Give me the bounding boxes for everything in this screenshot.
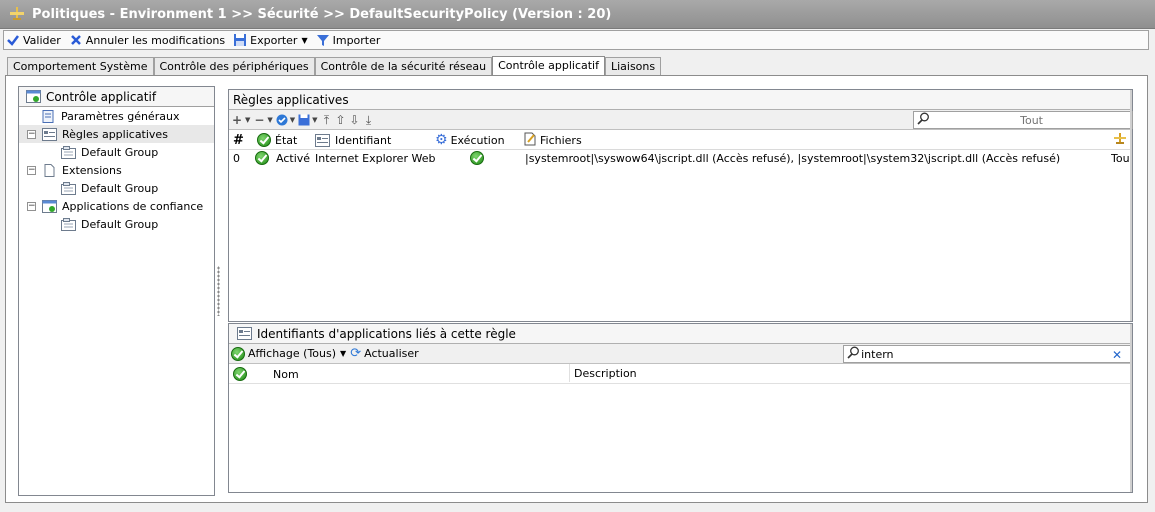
clear-search-icon[interactable]: ✕ xyxy=(1112,348,1122,362)
ids-grid-header: Nom Description xyxy=(229,364,1132,384)
rules-search-input[interactable] xyxy=(930,113,1132,127)
group-icon xyxy=(61,181,76,195)
validate-button[interactable]: Valider xyxy=(6,33,61,47)
move-up-icon[interactable]: ⇧ xyxy=(335,114,347,126)
tree-item-extensions[interactable]: − Extensions xyxy=(19,161,214,179)
search-icon xyxy=(914,112,930,128)
settings-page-icon xyxy=(41,109,56,123)
group-icon xyxy=(61,217,76,231)
policy-icon xyxy=(1113,132,1127,148)
window-title: Politiques - Environment 1 >> Sécurité >… xyxy=(32,6,612,22)
tree-item-trusted-default-group[interactable]: Default Group xyxy=(19,215,214,233)
checkmark-icon xyxy=(6,33,20,47)
ids-panel-header: Identifiants d'applications liés à cette… xyxy=(229,324,1132,344)
collapse-icon[interactable]: − xyxy=(27,165,36,175)
row-identifier: Internet Explorer Web... xyxy=(315,152,435,165)
tab-device-control[interactable]: Contrôle des périphériques xyxy=(153,57,315,75)
group-icon xyxy=(61,145,76,159)
active-check-icon xyxy=(233,367,247,381)
tab-system-behavior[interactable]: Comportement Système xyxy=(7,57,154,75)
tree-item-general-settings[interactable]: Paramètres généraux xyxy=(19,107,214,125)
tree-item-trusted-applications[interactable]: − Applications de confiance xyxy=(19,197,214,215)
tree-item-application-rules[interactable]: − Règles applicatives xyxy=(19,125,214,143)
filter-icon xyxy=(316,33,330,47)
rules-list-icon xyxy=(42,127,57,141)
column-name[interactable]: Nom xyxy=(269,364,299,384)
tab-bindings[interactable]: Liaisons xyxy=(604,57,662,75)
active-check-icon xyxy=(231,346,245,361)
cancel-icon xyxy=(69,33,83,47)
column-files[interactable]: Fichiers xyxy=(519,130,582,150)
status-check-icon[interactable] xyxy=(276,114,288,126)
tree-item-extensions-default-group[interactable]: Default Group xyxy=(19,179,214,197)
ids-search-box[interactable]: ✕ xyxy=(843,345,1131,363)
collapse-icon[interactable]: − xyxy=(27,201,36,211)
tree-header: Contrôle applicatif xyxy=(19,87,214,107)
active-check-icon xyxy=(257,133,271,147)
column-identifier[interactable]: Identifiant xyxy=(311,130,391,150)
ids-search-input[interactable] xyxy=(861,347,1130,361)
tab-content: Contrôle applicatif Paramètres généraux … xyxy=(5,75,1148,503)
gear-icon: ⚙ xyxy=(435,132,448,148)
chevron-down-icon[interactable]: ▼ xyxy=(312,116,317,124)
rules-toolbar: + ▼ − ▼ ▼ ▼ ⤒ ⇧ ⇩ ⤓ xyxy=(229,110,1133,130)
splitter-handle[interactable] xyxy=(217,266,220,316)
identifier-icon xyxy=(315,133,330,147)
chevron-down-icon: ▼ xyxy=(301,35,308,45)
linked-identifiers-panel: Identifiants d'applications liés à cette… xyxy=(228,323,1133,493)
chevron-down-icon[interactable]: ▼ xyxy=(245,116,250,124)
app-control-icon xyxy=(26,90,41,103)
refresh-icon: ⟳ xyxy=(350,346,362,361)
active-check-icon xyxy=(255,151,269,168)
column-state[interactable]: État xyxy=(253,130,297,150)
move-down-icon[interactable]: ⇩ xyxy=(349,114,361,126)
column-check[interactable] xyxy=(229,364,247,384)
tab-network-security[interactable]: Contrôle de la sécurité réseau xyxy=(314,57,493,75)
window-title-bar: Politiques - Environment 1 >> Sécurité >… xyxy=(0,0,1155,29)
policy-icon xyxy=(8,6,26,22)
cancel-changes-button[interactable]: Annuler les modifications xyxy=(69,33,225,47)
tab-application-control[interactable]: Contrôle applicatif xyxy=(492,56,605,76)
add-icon[interactable]: + xyxy=(231,114,243,126)
row-files: |systemroot|\syswow64\jscript.dll (Accès… xyxy=(525,152,1061,165)
view-filter-button[interactable]: Affichage (Tous) ▼ xyxy=(231,346,347,361)
chevron-down-icon[interactable]: ▼ xyxy=(267,116,272,124)
move-top-icon[interactable]: ⤒ xyxy=(321,114,333,126)
rules-grid-header: # État Identifiant ⚙ Exécution Fichiers xyxy=(229,130,1132,150)
trusted-app-icon xyxy=(42,199,57,213)
execution-check-icon xyxy=(470,151,484,168)
scrollbar[interactable] xyxy=(1130,90,1132,321)
chevron-down-icon[interactable]: ▼ xyxy=(290,116,295,124)
import-button[interactable]: Importer xyxy=(316,33,380,47)
column-description[interactable]: Description xyxy=(569,364,637,382)
rules-search-box[interactable] xyxy=(913,111,1133,129)
column-extra[interactable] xyxy=(1109,130,1127,150)
refresh-button[interactable]: ⟳ Actualiser xyxy=(350,346,418,361)
document-icon xyxy=(42,163,57,177)
tree-item-rules-default-group[interactable]: Default Group xyxy=(19,143,214,161)
rules-panel-header: Règles applicatives xyxy=(229,90,1132,110)
identifier-icon xyxy=(237,327,252,340)
remove-icon[interactable]: − xyxy=(253,114,265,126)
search-icon xyxy=(844,346,861,362)
main-toolbar: Valider Annuler les modifications Export… xyxy=(3,30,1149,50)
tab-strip: Comportement Système Contrôle des périph… xyxy=(7,56,662,76)
export-button[interactable]: Exporter ▼ xyxy=(233,33,308,47)
file-edit-icon xyxy=(523,132,537,149)
row-state: Activé xyxy=(276,152,311,165)
table-row[interactable]: 0 Activé Internet Explorer Web... |syste… xyxy=(229,150,1132,168)
save-disk-icon[interactable] xyxy=(298,114,310,126)
ids-toolbar: Affichage (Tous) ▼ ⟳ Actualiser ✕ xyxy=(229,344,1132,364)
move-bottom-icon[interactable]: ⤓ xyxy=(363,114,375,126)
column-execution[interactable]: ⚙ Exécution xyxy=(431,130,505,150)
navigation-tree: Contrôle applicatif Paramètres généraux … xyxy=(18,86,215,496)
collapse-icon[interactable]: − xyxy=(27,129,36,139)
column-number[interactable]: # xyxy=(229,130,244,150)
save-disk-icon xyxy=(233,33,247,47)
scrollbar[interactable] xyxy=(1130,324,1132,492)
application-rules-panel: Règles applicatives + ▼ − ▼ ▼ ▼ ⤒ ⇧ ⇩ ⤓ xyxy=(228,89,1133,322)
chevron-down-icon: ▼ xyxy=(340,349,347,358)
